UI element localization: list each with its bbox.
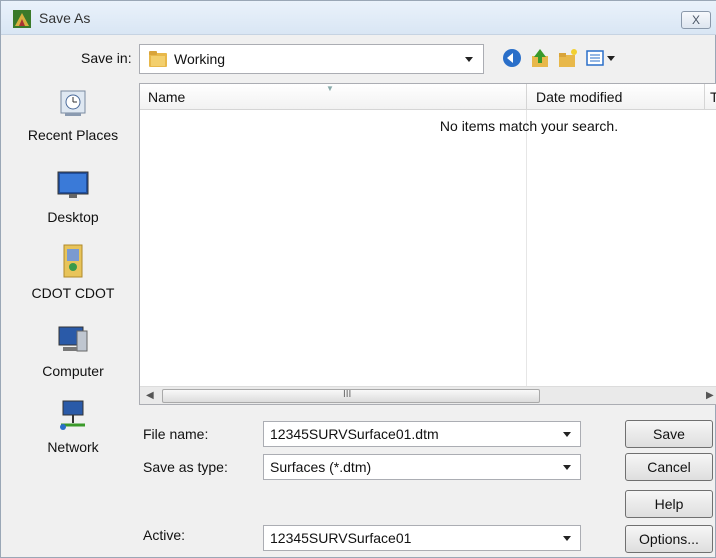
- column-divider[interactable]: [704, 84, 705, 110]
- recent-places-icon: [60, 90, 86, 116]
- save-as-dialog: Save As X Save in: Working Recent Places…: [0, 0, 716, 558]
- active-label: Active:: [143, 527, 186, 543]
- place-label: Recent Places: [27, 127, 119, 143]
- back-icon[interactable]: [501, 47, 523, 69]
- column-divider[interactable]: [526, 84, 527, 110]
- active-value: 12345SURVSurface01: [270, 530, 412, 546]
- places-bar: Recent Places Desktop CDOT CDOT Computer…: [15, 81, 131, 481]
- place-desktop[interactable]: Desktop: [15, 167, 131, 225]
- place-cdot-cdot[interactable]: CDOT CDOT: [15, 243, 131, 301]
- up-folder-icon[interactable]: [529, 47, 551, 69]
- computer-icon: [58, 326, 88, 352]
- options-button[interactable]: Options...: [625, 525, 713, 553]
- file-name-value: 12345SURVSurface01.dtm: [270, 426, 439, 442]
- column-type[interactable]: T: [710, 89, 716, 105]
- close-icon: X: [691, 13, 700, 27]
- save-as-type-select[interactable]: Surfaces (*.dtm): [263, 454, 581, 480]
- file-name-input[interactable]: 12345SURVSurface01.dtm: [263, 421, 581, 447]
- scroll-right-icon[interactable]: ▶: [706, 390, 714, 401]
- views-menu-icon[interactable]: [585, 47, 617, 69]
- place-network[interactable]: Network: [15, 397, 131, 455]
- save-in-label: Save in:: [81, 50, 132, 66]
- scrollbar-thumb[interactable]: III: [162, 389, 540, 403]
- save-as-type-value: Surfaces (*.dtm): [270, 459, 372, 475]
- column-guide: [526, 110, 527, 386]
- chevron-down-icon: [563, 465, 571, 470]
- title-bar[interactable]: Save As X: [1, 1, 716, 35]
- save-button[interactable]: Save: [625, 420, 713, 448]
- place-computer[interactable]: Computer: [15, 321, 131, 379]
- save-in-value: Working: [174, 51, 226, 67]
- scroll-left-icon[interactable]: ◀: [146, 390, 154, 401]
- place-recent-places[interactable]: Recent Places: [15, 85, 131, 143]
- sort-indicator-icon: ▼: [326, 84, 334, 93]
- dialog-title: Save As: [39, 10, 91, 26]
- chevron-down-icon: [465, 57, 473, 62]
- column-date-modified[interactable]: Date modified: [536, 89, 622, 105]
- scroll-grip: III: [343, 389, 352, 400]
- chevron-down-icon: [563, 536, 571, 541]
- place-label: Computer: [42, 363, 104, 379]
- cancel-button[interactable]: Cancel: [625, 453, 713, 481]
- new-folder-icon[interactable]: [557, 47, 579, 69]
- file-list[interactable]: Name ▼ Date modified T No items match yo…: [139, 83, 716, 405]
- close-button[interactable]: X: [681, 11, 711, 29]
- folder-icon: [149, 51, 167, 67]
- user-folder-icon: [63, 244, 83, 278]
- column-name[interactable]: Name: [148, 89, 185, 105]
- horizontal-scrollbar[interactable]: ◀ III ▶: [140, 386, 716, 404]
- file-name-label: File name:: [143, 426, 209, 442]
- desktop-icon: [57, 171, 89, 198]
- app-icon: [13, 10, 31, 28]
- column-header: Name ▼ Date modified T: [140, 84, 716, 110]
- place-label: CDOT CDOT: [31, 285, 115, 301]
- place-label: Desktop: [47, 209, 99, 225]
- network-icon: [60, 400, 85, 430]
- active-select[interactable]: 12345SURVSurface01: [263, 525, 581, 551]
- save-in-dropdown[interactable]: Working: [139, 44, 484, 74]
- place-label: Network: [47, 439, 99, 455]
- save-as-type-label: Save as type:: [143, 459, 228, 475]
- chevron-down-icon[interactable]: [563, 432, 571, 437]
- empty-message: No items match your search.: [439, 118, 619, 134]
- help-button[interactable]: Help: [625, 490, 713, 518]
